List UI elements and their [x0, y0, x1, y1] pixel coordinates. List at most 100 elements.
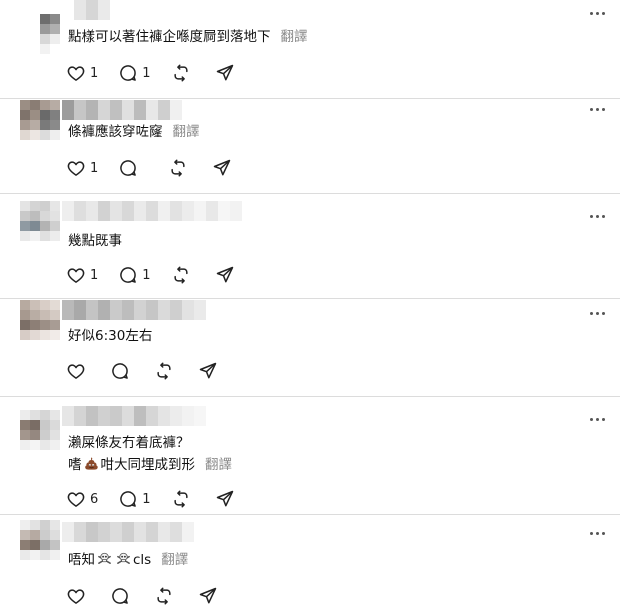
comment-body: 幾點既事: [68, 233, 122, 249]
reply-button[interactable]: [110, 586, 130, 606]
repost-button[interactable]: [171, 265, 191, 285]
repost-icon: [173, 490, 188, 508]
like-button[interactable]: [66, 586, 86, 606]
reply-icon: [112, 363, 128, 379]
like-button[interactable]: 1: [66, 265, 98, 285]
share-button[interactable]: [215, 489, 235, 509]
separator: [0, 98, 620, 99]
repost-button[interactable]: [168, 158, 188, 178]
reply-icon: [112, 588, 128, 604]
separator: [0, 514, 620, 515]
action-bar: [66, 586, 242, 606]
share-button[interactable]: [215, 63, 235, 83]
like-button[interactable]: 1: [66, 63, 98, 83]
translate-link[interactable]: 翻譯: [205, 457, 232, 473]
like-button[interactable]: [66, 361, 86, 381]
comment-text: 好似6:30左右: [68, 327, 152, 345]
more-icon[interactable]: [590, 211, 606, 221]
separator: [0, 193, 620, 194]
comment-body: 唔知: [68, 552, 95, 568]
heart-icon: [67, 66, 85, 81]
comment-text: 幾點既事: [68, 232, 122, 250]
more-icon[interactable]: [590, 414, 606, 424]
username-blurred[interactable]: [62, 0, 110, 20]
more-icon[interactable]: [590, 528, 606, 538]
reply-icon: [120, 267, 137, 283]
repost-icon: [157, 587, 171, 605]
heart-icon: [67, 268, 85, 283]
share-button[interactable]: [215, 265, 235, 285]
share-icon: [199, 362, 217, 379]
repost-button[interactable]: [154, 361, 174, 381]
comment-body: 瀨屎條友冇着底褲？: [68, 435, 190, 451]
reply-count: 1: [142, 491, 151, 507]
username-blurred[interactable]: [62, 100, 182, 120]
share-icon: [216, 490, 233, 507]
skull-crossbones-emoji: [117, 552, 130, 564]
action-bar: 1: [66, 158, 256, 178]
avatar[interactable]: [20, 14, 60, 54]
avatar[interactable]: [20, 300, 60, 340]
avatar[interactable]: [20, 201, 60, 241]
share-icon: [199, 587, 217, 604]
heart-icon: [67, 364, 85, 379]
comment-body: 點樣可以著住褲企喺度屙到落地下: [68, 29, 271, 45]
translate-link[interactable]: 翻譯: [173, 124, 200, 140]
comment-body: 好似6:30左右: [68, 328, 153, 344]
like-count: 6: [90, 491, 99, 507]
like-count: 1: [90, 160, 99, 176]
reply-icon: [120, 491, 137, 507]
heart-icon: [67, 161, 85, 176]
reply-count: 1: [142, 267, 151, 283]
like-count: 1: [90, 65, 99, 81]
share-button[interactable]: [212, 158, 232, 178]
username-blurred[interactable]: [62, 201, 242, 221]
comment-text: 點樣可以著住褲企喺度屙到落地下 翻譯: [68, 28, 308, 46]
translate-link[interactable]: 翻譯: [161, 552, 188, 568]
more-icon[interactable]: [590, 308, 606, 318]
repost-icon: [173, 64, 188, 82]
reply-button[interactable]: 1: [118, 265, 151, 285]
translate-link[interactable]: 翻譯: [281, 29, 308, 45]
comment-body: cls: [133, 552, 152, 568]
repost-icon: [173, 266, 188, 284]
action-bar: 6 1: [66, 489, 259, 509]
reply-button[interactable]: [118, 158, 148, 178]
avatar[interactable]: [20, 410, 60, 450]
share-icon: [216, 64, 233, 81]
repost-button[interactable]: [154, 586, 174, 606]
comment-body: 嗜: [68, 457, 82, 473]
share-icon: [216, 266, 233, 283]
like-button[interactable]: 1: [66, 158, 98, 178]
avatar[interactable]: [20, 520, 60, 560]
separator: [0, 298, 620, 299]
share-icon: [214, 159, 231, 176]
more-icon[interactable]: [590, 8, 606, 18]
heart-icon: [67, 492, 85, 507]
action-bar: 1 1: [66, 63, 259, 83]
comment-line: 嗜 咁大同埋成到形 翻譯: [68, 456, 232, 474]
username-blurred[interactable]: [62, 300, 206, 320]
poop-emoji: [84, 457, 98, 470]
action-bar: [66, 361, 242, 381]
comment-line: 瀨屎條友冇着底褲？: [68, 434, 232, 452]
avatar[interactable]: [20, 100, 60, 140]
username-blurred[interactable]: [62, 406, 206, 426]
comment-body: 條褲應該穿咗窿: [68, 124, 163, 140]
like-button[interactable]: 6: [66, 489, 98, 509]
reply-count: 1: [142, 65, 151, 81]
username-blurred[interactable]: [62, 522, 194, 542]
reply-icon: [120, 160, 137, 176]
reply-button[interactable]: 1: [118, 489, 151, 509]
share-button[interactable]: [198, 586, 218, 606]
share-button[interactable]: [198, 361, 218, 381]
more-icon[interactable]: [590, 104, 606, 114]
reply-button[interactable]: 1: [118, 63, 151, 83]
comment-body: 咁大同埋成到形: [100, 457, 196, 473]
repost-button[interactable]: [171, 489, 191, 509]
reply-button[interactable]: [110, 361, 130, 381]
action-bar: 1 1: [66, 265, 259, 285]
repost-icon: [157, 362, 171, 380]
reply-icon: [120, 65, 137, 81]
repost-button[interactable]: [171, 63, 191, 83]
